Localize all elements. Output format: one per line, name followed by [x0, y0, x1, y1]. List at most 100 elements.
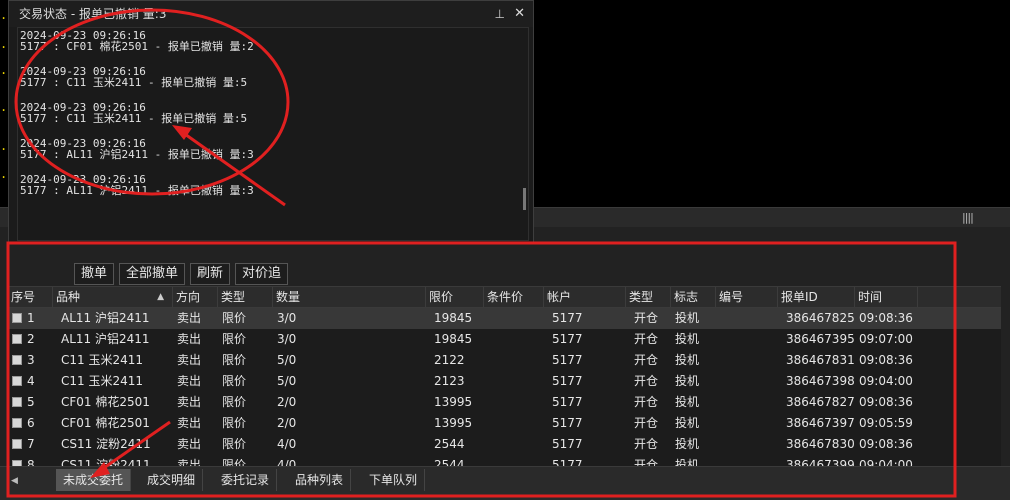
cell-value: 13995 — [434, 395, 473, 409]
log-entry: 2024-09-23 09:26:16 5177 : AL11 沪铝2411 -… — [18, 136, 528, 172]
cell-seq: 6 — [8, 413, 53, 434]
cell-account: 5177 — [544, 392, 626, 413]
cell-account: 5177 — [544, 350, 626, 371]
log-panel-title: 交易状态 - 报单已撤销 量:3 — [19, 7, 167, 21]
column-header-number[interactable]: 编号 — [716, 287, 778, 307]
table-row[interactable]: 3 C11 玉米2411 卖出 限价 5/0 2122 5177 开仓 投机 386467831 0… — [8, 350, 1001, 371]
cell-seq: 3 — [8, 350, 53, 371]
cell-qty: 3/0 — [273, 308, 426, 329]
cell-account: 5177 — [544, 329, 626, 350]
trade-status-log-panel: 交易状态 - 报单已撤销 量:3 ⊥ ✕ 2024-09-23 09:26:16… — [8, 0, 534, 245]
cell-value: 5/0 — [277, 353, 297, 367]
log-panel-titlebar[interactable]: 交易状态 - 报单已撤销 量:3 ⊥ ✕ — [9, 1, 533, 27]
row-checkbox[interactable] — [12, 355, 22, 365]
cell-ordertype: 限价 — [218, 413, 273, 434]
cell-value: 386467398 — [786, 374, 855, 388]
column-header-offset[interactable]: 类型 — [626, 287, 671, 307]
log-scrollbar-thumb[interactable] — [523, 188, 526, 210]
pin-icon[interactable]: ⊥ — [495, 1, 505, 27]
log-text-area[interactable]: 2024-09-23 09:26:16 5177 : CF01 棉花2501 -… — [17, 27, 529, 241]
cell-orderid: 386467827 — [778, 392, 855, 413]
cell-price: 13995 — [426, 392, 484, 413]
cell-condprice — [484, 434, 544, 455]
row-checkbox[interactable] — [12, 397, 22, 407]
cell-value: 开仓 — [634, 311, 659, 325]
cell-direction: 卖出 — [173, 350, 218, 371]
row-checkbox[interactable] — [12, 334, 22, 344]
column-header-ordertype[interactable]: 类型 — [218, 287, 273, 307]
cell-value: 5177 — [552, 332, 583, 346]
cell-value: 5177 — [552, 416, 583, 430]
cell-value: 4 — [27, 374, 35, 388]
cell-value: 2123 — [434, 374, 465, 388]
cell-price: 19845 — [426, 329, 484, 350]
cell-value: 2 — [27, 332, 35, 346]
cell-value: CF01 棉花2501 — [61, 416, 150, 430]
cell-flag: 投机 — [671, 434, 716, 455]
cell-offset: 开仓 — [626, 329, 671, 350]
cell-value: C11 玉米2411 — [61, 374, 144, 388]
column-header-label: 标志 — [674, 290, 699, 304]
column-header-flag[interactable]: 标志 — [671, 287, 716, 307]
cell-offset: 开仓 — [626, 308, 671, 329]
cell-seq: 1 — [8, 308, 53, 329]
cell-value: C11 玉米2411 — [61, 353, 144, 367]
cell-price: 2123 — [426, 371, 484, 392]
tab-fills[interactable]: 成交明细 — [140, 469, 204, 491]
sort-ascending-icon[interactable]: ▲ — [157, 287, 164, 308]
cell-price: 19845 — [426, 308, 484, 329]
cell-value: 19845 — [434, 311, 473, 325]
tab-instruments[interactable]: 品种列表 — [288, 469, 352, 491]
column-header-time[interactable]: 时间 — [855, 287, 918, 307]
cell-offset: 开仓 — [626, 413, 671, 434]
orders-table: 序号 品种 ▲ 方向 类型 数量 限价 条件价 帐户 类型 标志 编号 报单ID 时间 1 AL11 沪铝2… — [8, 286, 1001, 476]
cancel-order-button[interactable]: 撤单 — [74, 263, 115, 285]
cell-number — [716, 413, 778, 434]
column-header-seq[interactable]: 序号 — [8, 287, 53, 307]
column-header-direction[interactable]: 方向 — [173, 287, 218, 307]
tab-order-history[interactable]: 委托记录 — [214, 469, 278, 491]
table-row[interactable]: 2 AL11 沪铝2411 卖出 限价 3/0 19845 5177 开仓 投机 38646739… — [8, 329, 1001, 350]
close-icon[interactable]: ✕ — [514, 1, 525, 27]
row-checkbox[interactable] — [12, 439, 22, 449]
column-header-price[interactable]: 限价 — [426, 287, 484, 307]
tab-scroll-left-icon[interactable]: ◀ — [11, 476, 18, 486]
pending-orders-panel: 撤单 全部撤单 刷新 对价追 序号 品种 ▲ 方向 类型 数量 限价 条件价 帐户 类型 标志 编号报… — [0, 243, 1010, 500]
cell-time: 09:05:59 — [855, 413, 918, 434]
cell-direction: 卖出 — [173, 371, 218, 392]
cell-value: 2/0 — [277, 416, 297, 430]
resize-grip-icon[interactable]: |||| — [962, 211, 974, 224]
cell-orderid: 386467398 — [778, 371, 855, 392]
cell-number — [716, 392, 778, 413]
cell-number — [716, 329, 778, 350]
column-header-condprice[interactable]: 条件价 — [484, 287, 544, 307]
refresh-button[interactable]: 刷新 — [190, 263, 231, 285]
cell-condprice — [484, 350, 544, 371]
column-header-qty[interactable]: 数量 — [273, 287, 426, 307]
row-checkbox[interactable] — [12, 418, 22, 428]
cell-value: 卖出 — [177, 416, 202, 430]
table-row[interactable]: 7 CS11 淀粉2411 卖出 限价 4/0 2544 5177 开仓 投机 386467830… — [8, 434, 1001, 455]
row-checkbox[interactable] — [12, 376, 22, 386]
column-header-account[interactable]: 帐户 — [544, 287, 626, 307]
table-row[interactable]: 4 C11 玉米2411 卖出 限价 5/0 2123 5177 开仓 投机 386467398 0… — [8, 371, 1001, 392]
table-row[interactable]: 1 AL11 沪铝2411 卖出 限价 3/0 19845 5177 开仓 投机 38646782… — [8, 308, 1001, 329]
chase-price-button[interactable]: 对价追 — [235, 263, 289, 285]
table-row[interactable]: 5 CF01 棉花2501 卖出 限价 2/0 13995 5177 开仓 投机 38646782… — [8, 392, 1001, 413]
tab-pending-orders[interactable]: 未成交委托 — [56, 469, 132, 491]
row-checkbox[interactable] — [12, 313, 22, 323]
cell-ordertype: 限价 — [218, 434, 273, 455]
tab-order-queue[interactable]: 下单队列 — [362, 469, 426, 491]
cell-value: 开仓 — [634, 416, 659, 430]
cell-orderid: 386467825 — [778, 308, 855, 329]
table-row[interactable]: 6 CF01 棉花2501 卖出 限价 2/0 13995 5177 开仓 投机 38646739… — [8, 413, 1001, 434]
cell-ordertype: 限价 — [218, 392, 273, 413]
column-header-symbol[interactable]: 品种 ▲ — [53, 287, 173, 307]
cell-number — [716, 350, 778, 371]
cell-price: 2544 — [426, 434, 484, 455]
order-toolbar: 撤单 全部撤单 刷新 对价追 — [74, 263, 289, 285]
column-header-orderid[interactable]: 报单ID — [778, 287, 855, 307]
cancel-all-button[interactable]: 全部撤单 — [119, 263, 186, 285]
cell-value: 开仓 — [634, 332, 659, 346]
cell-value: 5177 — [552, 374, 583, 388]
